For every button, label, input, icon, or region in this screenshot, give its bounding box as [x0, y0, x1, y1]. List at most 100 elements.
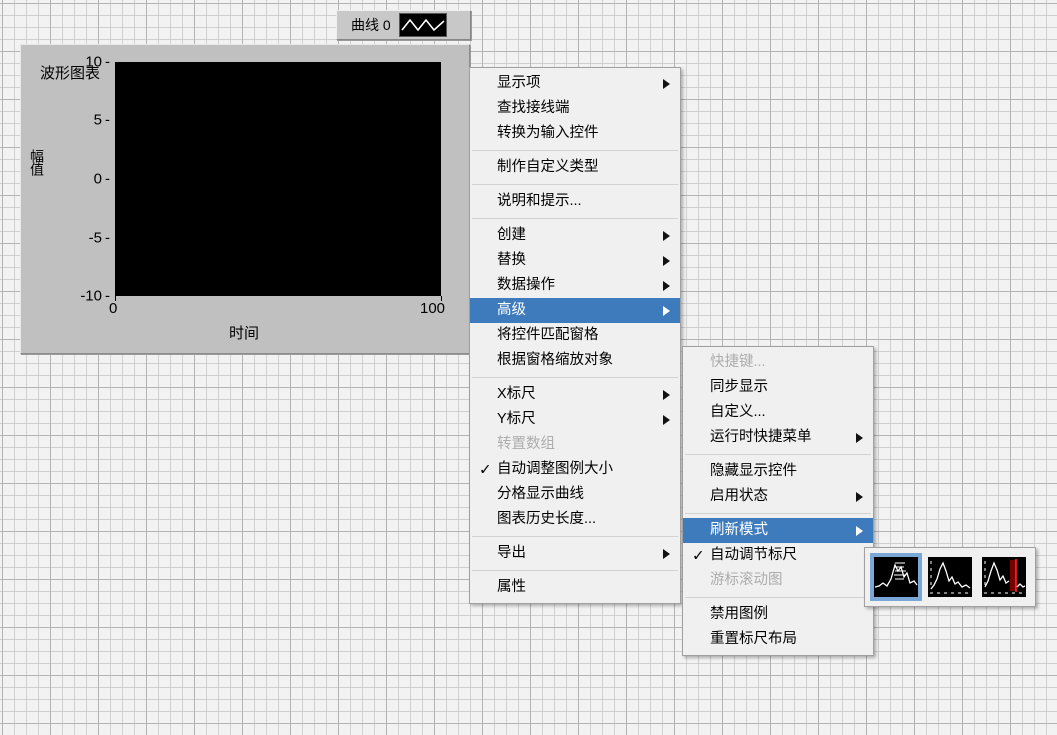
strip-chart-icon[interactable]	[870, 553, 922, 601]
x-axis-tick-value: 0	[109, 300, 118, 317]
y-axis-tick: 0-	[94, 171, 110, 188]
menu-separator	[685, 454, 871, 455]
menu-item-label: 隐藏显示控件	[710, 463, 797, 479]
menu-item-description-and-tip[interactable]: 说明和提示...	[470, 189, 680, 214]
waveform-icon[interactable]	[398, 13, 447, 37]
x-axis-title-label: 时间	[228, 325, 259, 342]
menu-item-transpose-array: 转置数组	[470, 432, 680, 457]
y-axis-tick-value: 10	[85, 53, 102, 71]
tick-dash: -	[105, 53, 110, 71]
menu-item-label: 数据操作	[497, 277, 555, 293]
menu-item-auto-adjust-scale[interactable]: ✓ 自动调节标尺	[683, 543, 873, 568]
plot-area[interactable]	[115, 62, 441, 296]
menu-item-enabled-state[interactable]: 启用状态	[683, 484, 873, 509]
menu-separator	[472, 377, 678, 378]
menu-item-label: 重置标尺布局	[710, 631, 797, 647]
menu-item-replace[interactable]: 替换	[470, 248, 680, 273]
menu-item-display-items[interactable]: 显示项	[470, 71, 680, 96]
menu-separator	[472, 150, 678, 151]
menu-item-synchronous-display[interactable]: 同步显示	[683, 375, 873, 400]
menu-item-overlay-plots[interactable]: 分格显示曲线	[470, 482, 680, 507]
menu-item-scale-object-with-pane[interactable]: 根据窗格缩放对象	[470, 348, 680, 373]
y-axis-tick-value: 0	[93, 170, 102, 188]
refresh-mode-tile-group	[865, 553, 1035, 601]
menu-separator	[685, 597, 871, 598]
menu-item-properties[interactable]: 属性	[470, 575, 680, 600]
advanced-submenu[interactable]: 快捷键... 同步显示 自定义... 运行时快捷菜单 隐藏显示控件 启用状态 刷…	[682, 346, 874, 656]
menu-item-hide-indicator[interactable]: 隐藏显示控件	[683, 459, 873, 484]
menu-separator	[472, 536, 678, 537]
sweep-chart-icon[interactable]	[982, 557, 1026, 597]
menu-item-run-time-shortcut-menu[interactable]: 运行时快捷菜单	[683, 425, 873, 450]
menu-item-y-scale[interactable]: Y标尺	[470, 407, 680, 432]
scope-chart-icon[interactable]	[928, 557, 972, 597]
y-axis-scale[interactable]: 10- 5- 0- -5- -10-	[54, 54, 110, 305]
menu-item-label: 替换	[497, 252, 526, 268]
y-axis-tick: -10-	[80, 288, 110, 305]
menu-item-create[interactable]: 创建	[470, 223, 680, 248]
menu-item-label: 转换为输入控件	[497, 125, 599, 141]
menu-separator	[685, 513, 871, 514]
menu-item-label: 运行时快捷菜单	[710, 429, 812, 445]
x-axis-tick-value: 100	[420, 300, 446, 317]
menu-item-label: 启用状态	[710, 488, 768, 504]
menu-item-label: 创建	[497, 227, 526, 243]
chevron-right-icon	[663, 389, 670, 400]
y-axis-tick: -5-	[89, 230, 110, 247]
refresh-mode-submenu[interactable]	[864, 547, 1036, 607]
menu-item-label: 图表历史长度...	[497, 511, 597, 527]
menu-item-label: 转置数组	[497, 436, 555, 452]
menu-item-label: 导出	[497, 545, 526, 561]
menu-item-label: 显示项	[497, 75, 541, 91]
menu-separator	[472, 570, 678, 571]
menu-item-label: 高级	[497, 302, 526, 318]
chevron-right-icon	[663, 280, 670, 291]
menu-item-label: 游标滚动图	[710, 572, 783, 588]
menu-item-label: 说明和提示...	[497, 193, 582, 209]
tick-dash: -	[105, 229, 110, 247]
check-icon: ✓	[692, 547, 705, 564]
tick-dash: -	[105, 170, 110, 188]
chevron-right-icon	[663, 230, 670, 241]
menu-item-label: 将控件匹配窗格	[497, 327, 599, 343]
waveform-chart-control[interactable]: 波形图表 幅值 10- 5- 0- -5- -10- 0 100 时间	[20, 44, 470, 354]
menu-item-label: 制作自定义类型	[497, 159, 599, 175]
y-axis-title-label: 幅值	[29, 149, 45, 175]
menu-item-disable-legend[interactable]: 禁用图例	[683, 602, 873, 627]
menu-separator	[472, 218, 678, 219]
tick-dash: -	[105, 111, 110, 129]
y-axis-tick-value: -5	[88, 229, 102, 247]
menu-item-label: X标尺	[497, 386, 536, 402]
menu-item-label: 自定义...	[710, 404, 766, 420]
menu-item-refresh-mode[interactable]: 刷新模式	[683, 518, 873, 543]
menu-item-change-to-control[interactable]: 转换为输入控件	[470, 121, 680, 146]
menu-item-export[interactable]: 导出	[470, 541, 680, 566]
y-axis-tick-value: -10	[80, 287, 102, 305]
y-axis-tick: 10-	[85, 54, 110, 71]
chevron-right-icon	[663, 305, 670, 316]
menu-item-label: 禁用图例	[710, 606, 768, 622]
menu-item-reset-scale-layout[interactable]: 重置标尺布局	[683, 627, 873, 652]
menu-item-chart-history-length[interactable]: 图表历史长度...	[470, 507, 680, 532]
menu-item-label: 刷新模式	[710, 522, 768, 538]
menu-item-x-scale[interactable]: X标尺	[470, 382, 680, 407]
menu-item-data-operations[interactable]: 数据操作	[470, 273, 680, 298]
menu-item-find-terminal[interactable]: 查找接线端	[470, 96, 680, 121]
menu-item-label: 快捷键...	[710, 354, 766, 370]
menu-item-advanced[interactable]: 高级	[470, 298, 680, 323]
check-icon: ✓	[479, 461, 492, 478]
menu-item-label: 同步显示	[710, 379, 768, 395]
chevron-right-icon	[856, 491, 863, 502]
shortcut-menu[interactable]: 显示项 查找接线端 转换为输入控件 制作自定义类型 说明和提示... 创建 替换…	[469, 67, 681, 604]
menu-item-autosize-legend[interactable]: ✓ 自动调整图例大小	[470, 457, 680, 482]
menu-item-key-navigation: 快捷键...	[683, 350, 873, 375]
menu-item-label: 分格显示曲线	[497, 486, 584, 502]
menu-item-fit-control-to-pane[interactable]: 将控件匹配窗格	[470, 323, 680, 348]
plot-legend[interactable]: 曲线 0	[336, 10, 471, 40]
menu-item-make-type-def[interactable]: 制作自定义类型	[470, 155, 680, 180]
menu-item-label: 自动调节标尺	[710, 547, 797, 563]
menu-item-customize[interactable]: 自定义...	[683, 400, 873, 425]
chevron-right-icon	[663, 255, 670, 266]
y-axis-tick: 5-	[94, 112, 110, 129]
chevron-right-icon	[856, 525, 863, 536]
